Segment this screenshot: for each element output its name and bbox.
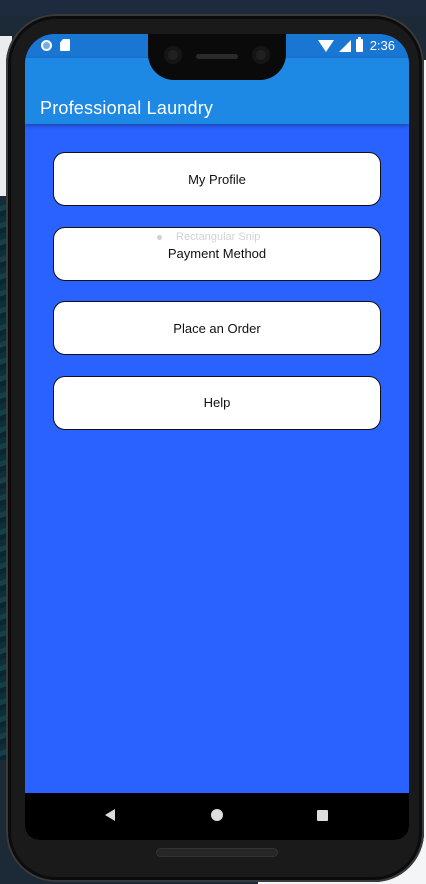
notification-dot-icon	[41, 39, 52, 51]
front-sensor-icon	[252, 46, 270, 64]
front-camera-icon	[164, 46, 182, 64]
wifi-icon	[317, 39, 334, 52]
camera-notch	[148, 34, 286, 80]
page-title: Professional Laundry	[40, 98, 214, 118]
battery-icon	[355, 37, 363, 52]
signal-icon	[338, 39, 351, 52]
earpiece-speaker	[196, 54, 238, 59]
my-profile-button[interactable]: My Profile	[53, 152, 381, 206]
recents-icon[interactable]	[317, 810, 328, 821]
main-menu: My Profile Payment Method Place an Order…	[53, 152, 381, 450]
phone-frame: 2:36 Professional Laundry My Profile Pay…	[6, 14, 424, 882]
status-right-icons: 2:36	[317, 37, 395, 53]
navigation-bar	[25, 793, 409, 840]
back-icon[interactable]	[105, 809, 115, 821]
tooltip-label: Rectangular Snip	[176, 231, 261, 243]
tooltip-dot-icon	[157, 234, 162, 240]
phone-screen: 2:36 Professional Laundry My Profile Pay…	[25, 34, 409, 840]
snip-tooltip-overlay: Rectangular Snip	[148, 228, 322, 246]
sd-card-icon	[60, 39, 70, 51]
home-icon[interactable]	[211, 809, 223, 821]
place-order-button[interactable]: Place an Order	[53, 301, 381, 355]
help-button[interactable]: Help	[53, 375, 381, 430]
status-time: 2:36	[369, 38, 395, 53]
status-left-icons	[41, 39, 70, 51]
bottom-speaker-grille	[156, 848, 278, 857]
